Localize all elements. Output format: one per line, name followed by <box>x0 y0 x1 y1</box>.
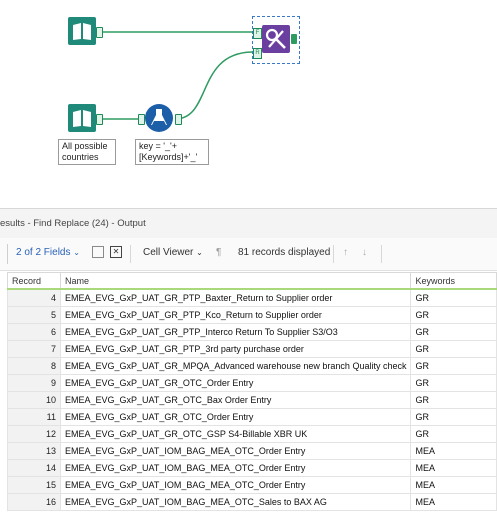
cell-record[interactable]: 11 <box>7 408 61 426</box>
toolbar-divider <box>381 245 382 263</box>
cell-record[interactable]: 16 <box>7 493 61 511</box>
cell-keywords[interactable]: GR <box>410 306 497 324</box>
cell-record[interactable]: 9 <box>7 374 61 392</box>
table-row[interactable]: 7 EMEA_EVG_GxP_UAT_GR_PTP_3rd party purch… <box>7 340 497 358</box>
cell-keywords[interactable]: GR <box>410 340 497 358</box>
arrow-down-icon[interactable]: ↓ <box>362 247 367 258</box>
table-row[interactable]: 12 EMEA_EVG_GxP_UAT_GR_OTC_GSP S4-Billabl… <box>7 425 497 443</box>
table-row[interactable]: 15 EMEA_EVG_GxP_UAT_IOM_BAG_MEA_OTC_Order… <box>7 476 497 494</box>
input-tool-annotation: All possible countries <box>58 139 116 165</box>
cell-record[interactable]: 6 <box>7 323 61 341</box>
cell-name[interactable]: EMEA_EVG_GxP_UAT_GR_OTC_Order Entry <box>59 408 412 426</box>
table-row[interactable]: 13 EMEA_EVG_GxP_UAT_IOM_BAG_MEA_OTC_Order… <box>7 442 497 460</box>
cell-name[interactable]: EMEA_EVG_GxP_UAT_GR_PTP_Interco Return T… <box>59 323 412 341</box>
toolbar-divider <box>130 245 131 263</box>
formula-tool[interactable] <box>145 103 173 133</box>
arrow-up-icon[interactable]: ↑ <box>343 247 348 258</box>
cell-name[interactable]: EMEA_EVG_GxP_UAT_GR_PTP_3rd party purcha… <box>59 340 412 358</box>
output-connector-countries[interactable] <box>96 114 103 125</box>
find-replace-tool[interactable]: F R <box>252 16 300 64</box>
table-row[interactable]: 10 EMEA_EVG_GxP_UAT_GR_OTC_Bax Order Entr… <box>7 391 497 409</box>
cell-record[interactable]: 12 <box>7 425 61 443</box>
output-connector-top[interactable] <box>96 27 103 38</box>
table-header-row: Record Name Keywords <box>7 272 497 290</box>
cell-keywords[interactable]: GR <box>410 374 497 392</box>
cell-name[interactable]: EMEA_EVG_GxP_UAT_GR_OTC_Bax Order Entry <box>59 391 412 409</box>
cell-keywords[interactable]: GR <box>410 357 497 375</box>
find-replace-output-connector[interactable] <box>291 34 297 44</box>
results-table: Record Name Keywords 4 EMEA_EVG_GxP_UAT_G… <box>7 272 497 511</box>
cell-record[interactable]: 8 <box>7 357 61 375</box>
checkbox-icon[interactable] <box>92 246 104 258</box>
cell-record[interactable]: 5 <box>7 306 61 324</box>
cell-name[interactable]: EMEA_EVG_GxP_UAT_GR_PTP_Baxter_Return to… <box>59 288 412 307</box>
toolbar-divider <box>333 245 334 263</box>
fields-selector-label: 2 of 2 Fields <box>16 247 71 258</box>
results-grid[interactable]: Record Name Keywords 4 EMEA_EVG_GxP_UAT_G… <box>0 272 497 520</box>
cell-record[interactable]: 15 <box>7 476 61 494</box>
cell-keywords[interactable]: GR <box>410 323 497 341</box>
find-anchor[interactable]: F <box>253 28 262 39</box>
cell-name[interactable]: EMEA_EVG_GxP_UAT_GR_MPQA_Advanced wareho… <box>59 357 412 375</box>
flask-icon <box>145 104 173 132</box>
cell-keywords[interactable]: GR <box>410 288 497 307</box>
cell-keywords[interactable]: MEA <box>410 476 497 494</box>
find-replace-icon <box>262 25 290 53</box>
workflow-canvas[interactable]: All possible countries key = '_'+ [Keywo… <box>0 0 497 208</box>
results-toolbar: 2 of 2 Fields ⌄ ✕ Cell Viewer ⌄ ¶ 81 rec… <box>0 238 497 271</box>
records-count: 81 records displayed <box>238 247 331 258</box>
results-panel-header: esults - Find Replace (24) - Output <box>0 208 497 239</box>
formula-annotation: key = '_'+ [Keywords]+'_' <box>135 139 209 165</box>
table-row[interactable]: 8 EMEA_EVG_GxP_UAT_GR_MPQA_Advanced wareh… <box>7 357 497 375</box>
cell-record[interactable]: 14 <box>7 459 61 477</box>
cell-name[interactable]: EMEA_EVG_GxP_UAT_IOM_BAG_MEA_OTC_Order E… <box>59 442 412 460</box>
clear-selection-icon[interactable]: ✕ <box>110 246 122 258</box>
table-row[interactable]: 4 EMEA_EVG_GxP_UAT_GR_PTP_Baxter_Return t… <box>7 288 497 307</box>
book-icon <box>68 104 96 132</box>
cell-viewer-dropdown[interactable]: Cell Viewer ⌄ <box>143 247 203 258</box>
cell-record[interactable]: 7 <box>7 340 61 358</box>
column-header-name[interactable]: Name <box>59 272 412 290</box>
cell-viewer-label: Cell Viewer <box>143 247 194 258</box>
cell-keywords[interactable]: MEA <box>410 442 497 460</box>
table-row[interactable]: 16 EMEA_EVG_GxP_UAT_IOM_BAG_MEA_OTC_Sales… <box>7 493 497 511</box>
cell-record[interactable]: 13 <box>7 442 61 460</box>
chevron-down-icon: ⌄ <box>196 248 203 257</box>
toolbar-divider <box>7 244 8 264</box>
cell-keywords[interactable]: MEA <box>410 493 497 511</box>
cell-keywords[interactable]: GR <box>410 425 497 443</box>
book-icon <box>68 17 96 45</box>
cell-record[interactable]: 4 <box>7 288 61 307</box>
cell-name[interactable]: EMEA_EVG_GxP_UAT_IOM_BAG_MEA_OTC_Sales t… <box>59 493 412 511</box>
table-body: 4 EMEA_EVG_GxP_UAT_GR_PTP_Baxter_Return t… <box>7 288 497 511</box>
pilcrow-icon[interactable]: ¶ <box>216 247 221 258</box>
results-title: esults - Find Replace (24) - Output <box>0 218 146 229</box>
replace-anchor[interactable]: R <box>253 48 262 59</box>
cell-keywords[interactable]: GR <box>410 391 497 409</box>
cell-name[interactable]: EMEA_EVG_GxP_UAT_GR_OTC_GSP S4-Billable … <box>59 425 412 443</box>
table-row[interactable]: 14 EMEA_EVG_GxP_UAT_IOM_BAG_MEA_OTC_Order… <box>7 459 497 477</box>
cell-name[interactable]: EMEA_EVG_GxP_UAT_GR_OTC_Order Entry <box>59 374 412 392</box>
cell-name[interactable]: EMEA_EVG_GxP_UAT_IOM_BAG_MEA_OTC_Order E… <box>59 459 412 477</box>
input-data-tool-countries[interactable] <box>68 104 96 132</box>
column-header-record[interactable]: Record <box>7 272 61 290</box>
fields-selector[interactable]: 2 of 2 Fields ⌄ <box>16 247 80 258</box>
column-header-keywords[interactable]: Keywords <box>410 272 497 290</box>
formula-input-connector[interactable] <box>138 114 145 125</box>
table-row[interactable]: 6 EMEA_EVG_GxP_UAT_GR_PTP_Interco Return … <box>7 323 497 341</box>
chevron-down-icon: ⌄ <box>73 248 80 257</box>
table-row[interactable]: 11 EMEA_EVG_GxP_UAT_GR_OTC_Order Entry GR <box>7 408 497 426</box>
cell-record[interactable]: 10 <box>7 391 61 409</box>
table-row[interactable]: 9 EMEA_EVG_GxP_UAT_GR_OTC_Order Entry GR <box>7 374 497 392</box>
input-data-tool-top[interactable] <box>68 17 96 45</box>
table-row[interactable]: 5 EMEA_EVG_GxP_UAT_GR_PTP_Kco_Return to S… <box>7 306 497 324</box>
cell-keywords[interactable]: MEA <box>410 459 497 477</box>
cell-name[interactable]: EMEA_EVG_GxP_UAT_IOM_BAG_MEA_OTC_Order E… <box>59 476 412 494</box>
cell-name[interactable]: EMEA_EVG_GxP_UAT_GR_PTP_Kco_Return to Su… <box>59 306 412 324</box>
cell-keywords[interactable]: GR <box>410 408 497 426</box>
formula-output-connector[interactable] <box>175 114 182 125</box>
